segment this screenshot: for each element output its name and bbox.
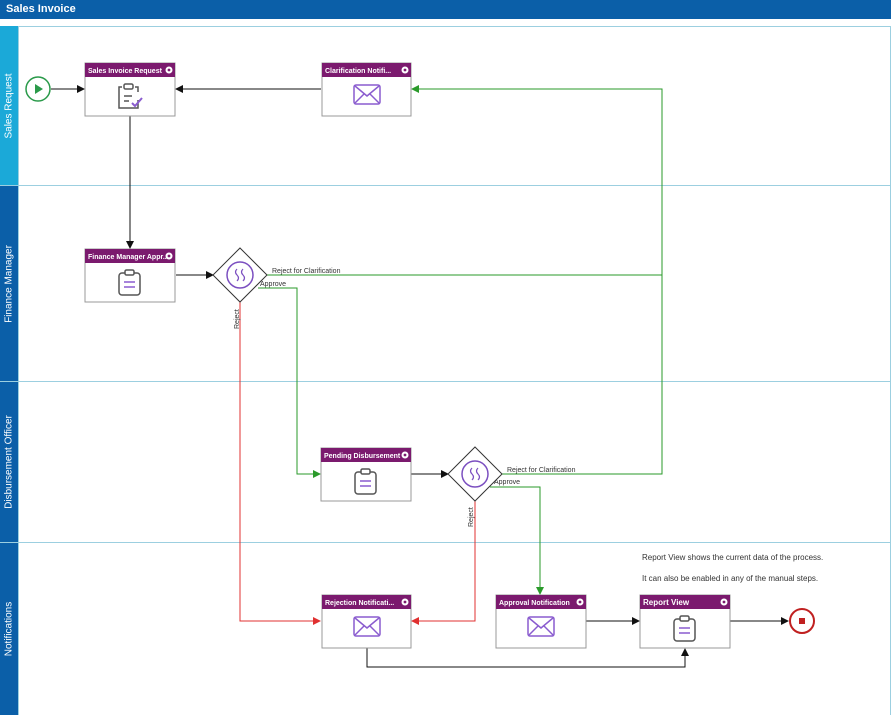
task-title: Sales Invoice Request (88, 68, 163, 75)
settings-icon[interactable] (165, 66, 173, 74)
settings-icon[interactable] (401, 451, 409, 459)
edge-label-approve: Approve (260, 281, 286, 288)
end-event[interactable] (789, 608, 815, 634)
task-title: Approval Notification (499, 600, 570, 607)
task-finance-manager-approval[interactable]: Finance Manager Appr... (84, 248, 176, 303)
edge-label-reject-for-clarification: Reject for Clarification (507, 467, 576, 474)
edge-fm-reject[interactable] (239, 302, 321, 625)
task-title: Rejection Notificati... (325, 600, 394, 607)
settings-icon[interactable] (401, 66, 409, 74)
edge-label-approve: Approve (494, 479, 520, 486)
task-title: Pending Disbursement (324, 453, 401, 460)
edge-do-approve[interactable] (490, 486, 544, 595)
edge-label-reject-for-clarification: Reject for Clarification (272, 268, 341, 275)
settings-icon[interactable] (165, 252, 173, 260)
task-title: Clarification Notifi... (325, 68, 391, 75)
edge-do-reject[interactable] (411, 501, 476, 625)
task-pending-disbursement[interactable]: Pending Disbursement (320, 447, 412, 502)
annotation-line-2: It can also be enabled in any of the man… (642, 574, 819, 583)
settings-icon[interactable] (576, 598, 584, 606)
task-title: Finance Manager Appr... (88, 254, 169, 261)
annotation-line-1: Report View shows the current data of th… (642, 553, 824, 562)
edge-fm-reject-for-clarification[interactable] (267, 85, 663, 276)
task-rejection-notification[interactable]: Rejection Notificati... (321, 594, 412, 649)
edge-label-reject: Reject (234, 309, 241, 329)
stop-icon (799, 618, 805, 624)
edge-fm-approve[interactable] (258, 287, 321, 478)
edge-do-reject-for-clarification[interactable] (502, 275, 663, 475)
settings-icon[interactable] (401, 598, 409, 606)
task-clarification-notification[interactable]: Clarification Notifi... (321, 62, 412, 117)
gateway-finance-manager[interactable] (212, 247, 268, 303)
task-title: Report View (643, 598, 690, 607)
process-diagram: Reject for Clarification Approve Reject … (25, 62, 815, 668)
task-approval-notification[interactable]: Approval Notification (495, 594, 587, 649)
settings-icon[interactable] (720, 598, 728, 606)
gateway-disbursement-officer[interactable] (447, 446, 503, 502)
start-event[interactable] (25, 76, 51, 102)
task-sales-invoice-request[interactable]: Sales Invoice Request (84, 62, 176, 117)
edge-rejection-to-report[interactable] (366, 648, 689, 668)
task-report-view[interactable]: Report View (639, 594, 731, 649)
edge-label-reject: Reject (468, 507, 475, 527)
